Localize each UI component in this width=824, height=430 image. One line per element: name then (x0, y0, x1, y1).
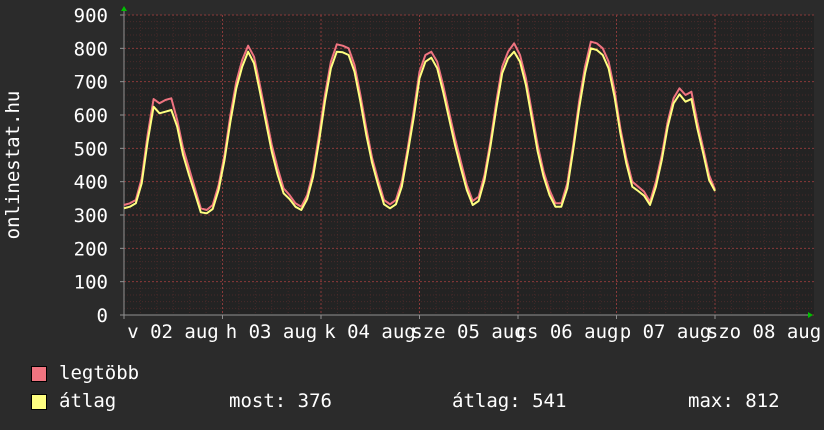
y-tick-label: 500 (74, 138, 108, 160)
x-tick-label: h 03 aug (226, 321, 318, 343)
x-tick-label: szo 08 aug (707, 321, 821, 343)
chart-root: onlinestat.hu 0 100 200 300 400 500 600 700 800 9… (0, 0, 824, 430)
x-tick-label: sze 05 aug (411, 321, 525, 343)
stat-average: átlag: 541 (452, 390, 567, 412)
y-tick-label: 600 (74, 105, 108, 127)
x-tick-label: k 04 aug (324, 321, 416, 343)
y-tick-label: 0 (97, 305, 108, 327)
legend-swatch-max (31, 366, 47, 382)
y-axis-arrow (121, 6, 127, 11)
stat-max: max: 812 (688, 390, 780, 412)
y-tick-label: 200 (74, 238, 108, 260)
legend-swatch-avg (31, 394, 47, 410)
y-tick-label: 400 (74, 172, 108, 194)
y-tick-label: 700 (74, 72, 108, 94)
x-tick-label: p 07 aug (620, 321, 712, 343)
x-tick-label: cs 06 aug (516, 321, 619, 343)
legend-label-max: legtöbb (59, 362, 140, 384)
y-tick-label: 900 (74, 5, 108, 27)
stat-now: most: 376 (229, 390, 332, 412)
y-tick-label: 300 (74, 205, 108, 227)
y-tick-label: 800 (74, 38, 108, 60)
x-tick-label: v 02 aug (127, 321, 219, 343)
y-axis-label: onlinestat.hu (2, 91, 24, 240)
legend-label-avg: átlag (59, 390, 117, 412)
y-tick-label: 100 (74, 272, 108, 294)
